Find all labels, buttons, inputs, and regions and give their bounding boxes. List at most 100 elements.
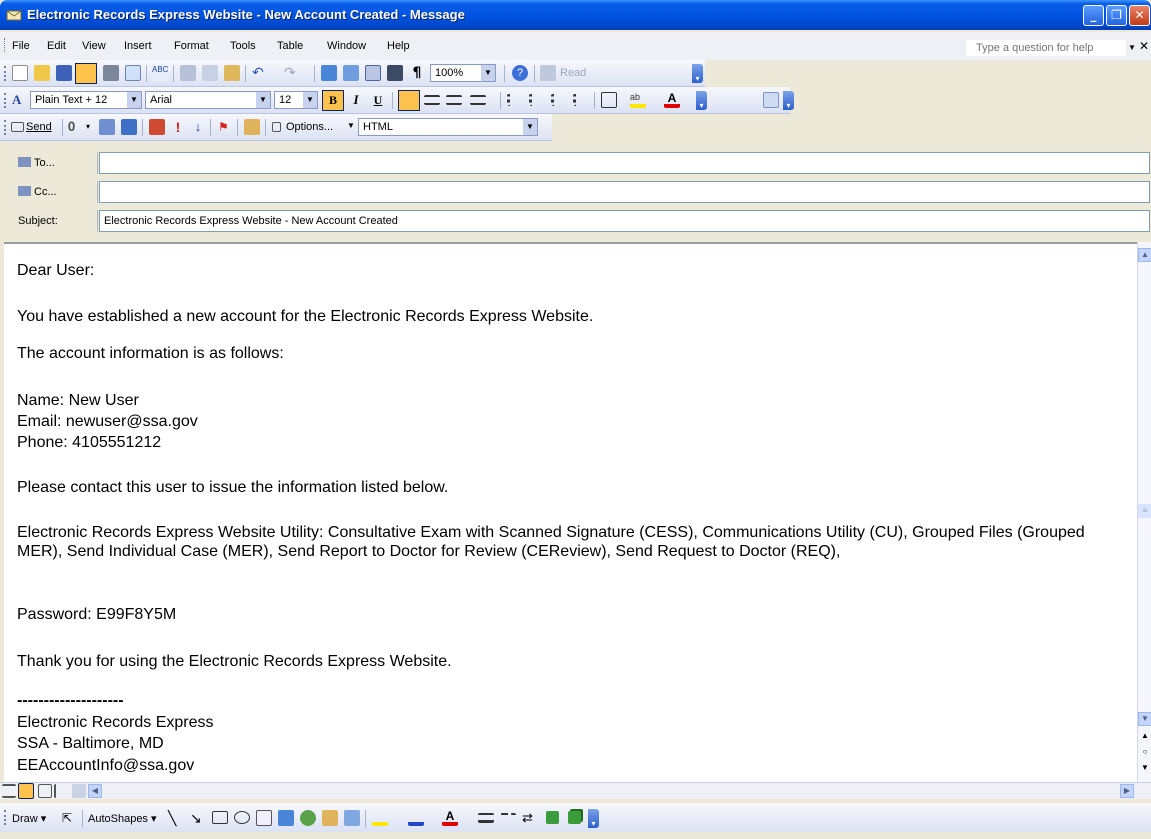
autoshapes-menu-button[interactable]: AutoShapes ▾ — [88, 812, 157, 825]
print-preview-icon[interactable] — [125, 65, 141, 81]
toolbar-options-icon[interactable]: ▾ — [783, 91, 794, 110]
text-box-icon[interactable] — [256, 810, 272, 826]
toolbar-grip[interactable] — [4, 66, 7, 81]
paste-icon[interactable] — [224, 65, 240, 81]
reading-layout-icon[interactable] — [72, 784, 86, 798]
options-dropdown-icon[interactable]: ▼ — [347, 121, 355, 130]
copy-icon[interactable] — [202, 65, 218, 81]
dash-style-icon[interactable] — [500, 813, 516, 823]
decrease-indent-icon[interactable] — [551, 94, 567, 106]
previous-page-icon[interactable]: ▲ — [1138, 730, 1151, 744]
increase-indent-icon[interactable] — [573, 94, 589, 106]
outline-view-icon[interactable] — [54, 784, 68, 798]
options-icon[interactable] — [149, 119, 165, 135]
style-select[interactable]: Plain Text + 12 ▼ — [30, 91, 142, 109]
menu-grip[interactable] — [4, 38, 7, 52]
web-layout-view-icon[interactable] — [18, 783, 34, 799]
horizontal-scrollbar[interactable]: ◀ ▶ — [0, 782, 1151, 799]
menu-tools[interactable]: Tools — [230, 40, 256, 52]
menu-edit[interactable]: Edit — [47, 40, 66, 52]
help-dropdown-icon[interactable]: ▼ — [1128, 43, 1136, 52]
font-color-icon[interactable]: A — [442, 810, 458, 826]
font-color-icon[interactable]: A — [664, 92, 680, 108]
borders-icon[interactable] — [601, 92, 617, 108]
numbering-icon[interactable] — [507, 94, 523, 106]
styles-formatting-icon[interactable]: A — [12, 92, 28, 108]
hyperlink-icon[interactable] — [321, 65, 337, 81]
next-page-icon[interactable]: ▼ — [1138, 762, 1151, 776]
tables-borders-icon[interactable] — [343, 65, 359, 81]
permission-button[interactable] — [75, 63, 97, 84]
help-icon[interactable]: ? — [512, 65, 528, 81]
font-size-select[interactable]: 12 ▼ — [274, 91, 318, 109]
address-book-icon[interactable] — [99, 119, 115, 135]
menu-table[interactable]: Table — [277, 40, 303, 52]
print-layout-view-icon[interactable] — [38, 784, 52, 798]
close-button[interactable]: ✕ — [1129, 5, 1150, 26]
line-icon[interactable]: ╲ — [168, 810, 184, 826]
menu-view[interactable]: View — [82, 40, 106, 52]
bold-button[interactable]: B — [322, 90, 344, 111]
bullets-icon[interactable] — [529, 94, 545, 106]
underline-button[interactable]: U — [370, 92, 386, 108]
read-label[interactable]: Read — [560, 67, 586, 79]
title-bar[interactable]: Electronic Records Express Website - New… — [0, 0, 1151, 30]
spelling-icon[interactable]: ABC — [152, 65, 168, 81]
wordart-icon[interactable] — [278, 810, 294, 826]
toolbar-grip[interactable] — [4, 810, 7, 825]
flag-icon[interactable]: ⚑ — [218, 119, 234, 135]
save-icon[interactable] — [56, 65, 72, 81]
3d-style-icon[interactable] — [568, 811, 581, 824]
insert-table-icon[interactable] — [365, 65, 381, 81]
menu-window[interactable]: Window — [327, 40, 366, 52]
italic-button[interactable]: I — [348, 92, 364, 108]
message-body[interactable]: Dear User: You have established a new ac… — [4, 242, 1137, 782]
show-hide-icon[interactable]: ¶ — [409, 65, 425, 81]
options-button[interactable]: Options... — [286, 121, 333, 133]
menu-format[interactable]: Format — [174, 40, 209, 52]
menu-file[interactable]: File — [12, 40, 30, 52]
permission-icon[interactable] — [244, 119, 260, 135]
print-icon[interactable] — [103, 65, 119, 81]
to-field[interactable] — [99, 152, 1150, 174]
scroll-down-icon[interactable]: ▼ — [1138, 712, 1151, 726]
toolbar-options-icon[interactable]: ▾ — [588, 809, 599, 828]
rectangle-icon[interactable] — [212, 811, 228, 824]
diagram-icon[interactable] — [300, 810, 316, 826]
align-right-icon[interactable] — [446, 95, 462, 105]
open-icon[interactable] — [34, 65, 50, 81]
select-objects-icon[interactable]: ⇱ — [62, 810, 78, 826]
new-icon[interactable] — [12, 65, 28, 81]
highlight-icon[interactable]: ab — [630, 92, 646, 108]
cc-button[interactable]: Cc... — [8, 181, 98, 203]
center-icon[interactable] — [424, 95, 440, 105]
close-document-icon[interactable]: ✕ — [1139, 39, 1149, 53]
menu-insert[interactable]: Insert — [124, 40, 152, 52]
redo-icon[interactable]: ↷ — [284, 65, 300, 81]
cut-icon[interactable] — [180, 65, 196, 81]
scroll-up-icon[interactable]: ▲ — [1138, 248, 1151, 262]
toolbar-options-icon[interactable]: ▾ — [696, 91, 707, 110]
arrow-icon[interactable]: ↘ — [190, 810, 206, 826]
line-color-icon[interactable] — [408, 810, 424, 826]
arrow-style-icon[interactable]: ⇄ — [522, 810, 538, 826]
oval-icon[interactable] — [234, 811, 250, 824]
align-left-button[interactable] — [398, 90, 420, 111]
help-search-input[interactable] — [966, 40, 1126, 56]
line-style-icon[interactable] — [478, 813, 494, 823]
send-button[interactable]: Send — [26, 121, 52, 133]
minimize-button[interactable]: _ — [1083, 5, 1104, 26]
menu-help[interactable]: Help — [387, 40, 410, 52]
select-browse-object-icon[interactable]: ○ — [1138, 746, 1151, 760]
font-select[interactable]: Arial ▼ — [145, 91, 271, 109]
to-button[interactable]: To... — [8, 152, 98, 174]
draw-menu-button[interactable]: Draw ▾ — [12, 812, 46, 825]
message-format-select[interactable]: HTML ▼ — [358, 118, 538, 136]
scroll-right-icon[interactable]: ▶ — [1120, 784, 1134, 798]
columns-icon[interactable] — [387, 65, 403, 81]
maximize-button[interactable]: ❐ — [1106, 5, 1127, 26]
normal-view-icon[interactable] — [2, 784, 16, 798]
picture-icon[interactable] — [344, 810, 360, 826]
high-importance-icon[interactable]: ! — [170, 119, 186, 135]
vertical-scrollbar[interactable]: ▲ ≡ ▼ ▲ ○ ▼ — [1137, 242, 1151, 782]
